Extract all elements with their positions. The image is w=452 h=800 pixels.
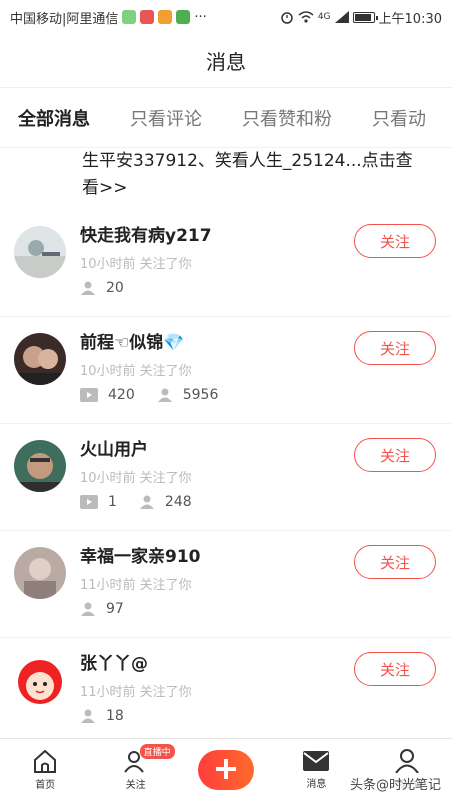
- follower-count-value: 18: [106, 708, 124, 724]
- follower-count-value: 5956: [182, 387, 219, 403]
- live-badge: 直播中: [139, 744, 175, 759]
- person-icon: [81, 602, 95, 616]
- envelope-icon: [303, 751, 330, 771]
- nav-create[interactable]: [196, 749, 256, 790]
- list-item[interactable]: 幸福一家亲910 11小时前 关注了你 97 关注: [0, 531, 452, 638]
- follow-button[interactable]: 关注: [354, 438, 436, 472]
- nav-messages[interactable]: 消息: [286, 749, 346, 790]
- follow-button[interactable]: 关注: [354, 331, 436, 365]
- video-count-value: 1: [108, 494, 117, 510]
- carrier-text: 中国移动|阿里通信: [10, 11, 119, 27]
- follower-count: 248: [139, 494, 192, 510]
- tab-activity-only[interactable]: 只看动: [372, 105, 426, 131]
- follower-count: 18: [80, 708, 124, 724]
- truncated-message[interactable]: 生平安337912、笑看人生_25124...点击查 看>>: [0, 148, 452, 210]
- avatar[interactable]: [14, 333, 66, 385]
- follower-count-value: 248: [164, 494, 192, 510]
- follower-count: 97: [80, 601, 124, 617]
- follower-list: 快走我有病y217 10小时前 关注了你 20 关注 前程☜似锦💎 10小时前 …: [0, 210, 452, 745]
- video-icon: [80, 495, 98, 509]
- person-icon: [139, 495, 154, 509]
- page-title: 消息: [206, 50, 246, 74]
- signal-icon: [334, 11, 349, 23]
- header: 消息: [0, 34, 452, 88]
- avatar-image: [14, 226, 66, 278]
- list-item[interactable]: 张丫丫@ 11小时前 关注了你 18 关注: [0, 638, 452, 745]
- clock-time: 上午10:30: [378, 11, 442, 27]
- video-icon: [80, 388, 98, 402]
- follow-button[interactable]: 关注: [354, 224, 436, 258]
- more-notifications-icon: ···: [194, 9, 207, 25]
- person-icon: [157, 388, 172, 402]
- avatar-image: [14, 654, 66, 706]
- create-button[interactable]: [197, 749, 254, 790]
- tab-likes-and-fans[interactable]: 只看赞和粉: [242, 105, 332, 131]
- app-notification-icon: [158, 10, 173, 24]
- list-item[interactable]: 火山用户 10小时前 关注了你 1 248 关注: [0, 424, 452, 531]
- alarm-icon: [281, 12, 293, 24]
- follower-count: 5956: [157, 387, 219, 403]
- truncated-message-link[interactable]: 看>>: [82, 175, 432, 202]
- avatar[interactable]: [14, 654, 66, 706]
- person-icon: [81, 281, 95, 295]
- avatar[interactable]: [14, 226, 66, 278]
- wifi-icon: [298, 11, 314, 23]
- watermark: 头条@时光笔记: [346, 773, 444, 794]
- nav-follow[interactable]: 直播中 关注: [106, 744, 175, 791]
- plus-icon: [215, 758, 236, 779]
- nav-follow-label: 关注: [125, 780, 146, 791]
- follow-button[interactable]: 关注: [354, 545, 436, 579]
- video-count: 420: [80, 387, 135, 403]
- bottom-navigation: 首页 直播中 关注 消息 我的 头条@时光笔记: [0, 738, 452, 800]
- message-filter-tabs: 全部消息 只看评论 只看赞和粉 只看动: [0, 88, 452, 148]
- list-item[interactable]: 前程☜似锦💎 10小时前 关注了你 420 5956 关注: [0, 317, 452, 424]
- video-count-value: 420: [108, 387, 135, 403]
- follower-count-value: 97: [106, 601, 124, 617]
- avatar-image: [14, 440, 66, 492]
- app-notification-icon: [122, 10, 137, 24]
- avatar-image: [14, 547, 66, 599]
- status-left: 中国移动|阿里通信 ···: [10, 8, 207, 27]
- home-icon: [34, 749, 57, 773]
- nav-home[interactable]: 首页: [15, 748, 75, 791]
- status-right: 4G 上午10:30: [280, 8, 442, 27]
- avatar-image: [14, 333, 66, 385]
- follower-count: 20: [80, 280, 124, 296]
- avatar[interactable]: [14, 440, 66, 492]
- profile-icon: [394, 749, 419, 774]
- video-count: 1: [80, 494, 117, 510]
- follower-count-value: 20: [106, 280, 124, 296]
- battery-icon: [352, 11, 378, 23]
- status-bar: 中国移动|阿里通信 ··· 4G 上午10:30: [0, 0, 452, 34]
- avatar[interactable]: [14, 547, 66, 599]
- app-notification-icon: [140, 10, 155, 24]
- nav-messages-label: 消息: [306, 779, 327, 790]
- tab-comments-only[interactable]: 只看评论: [130, 105, 202, 131]
- truncated-message-line: 生平安337912、笑看人生_25124...点击查: [82, 151, 413, 171]
- network-type: 4G: [317, 12, 331, 22]
- tab-all-messages[interactable]: 全部消息: [14, 105, 90, 132]
- follow-button[interactable]: 关注: [354, 652, 436, 686]
- nav-home-label: 首页: [35, 780, 56, 791]
- app-notification-icon: [176, 10, 191, 24]
- person-icon: [81, 709, 95, 723]
- list-item[interactable]: 快走我有病y217 10小时前 关注了你 20 关注: [0, 210, 452, 317]
